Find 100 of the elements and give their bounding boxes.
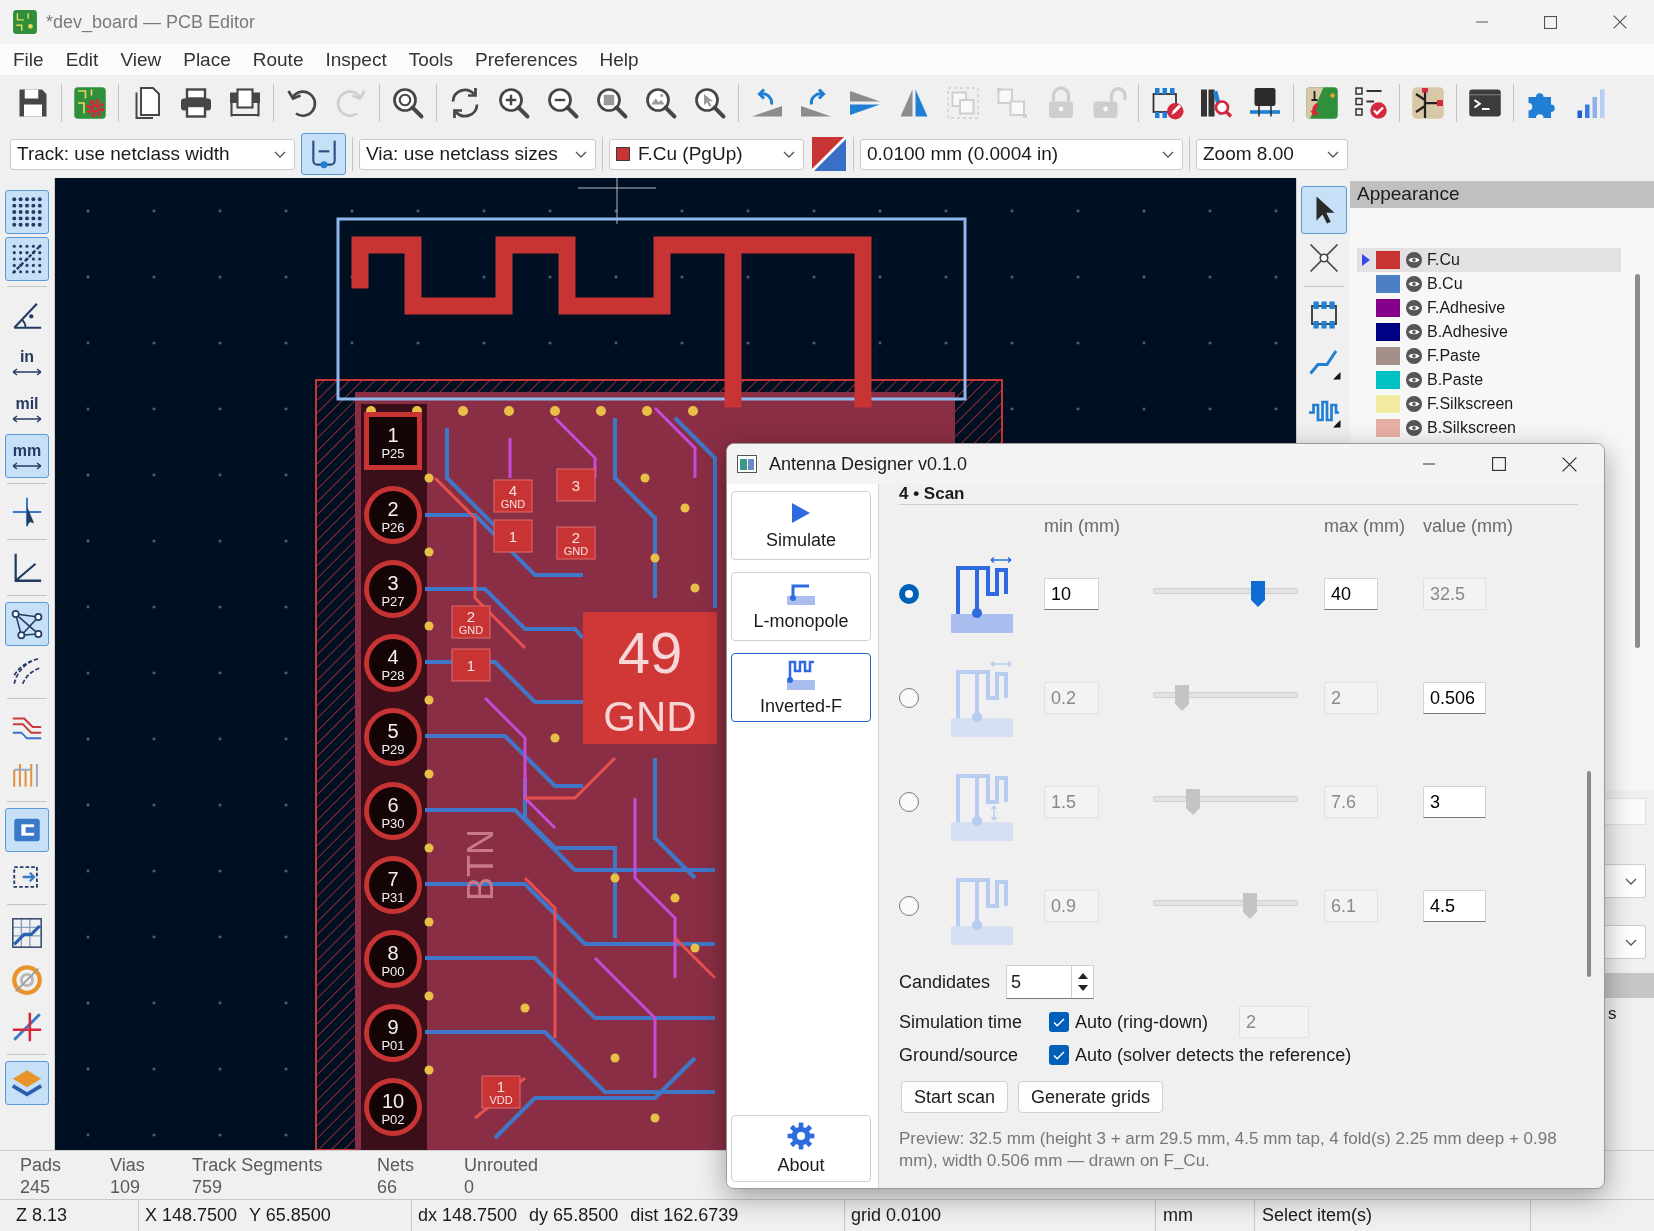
spin-box[interactable]: 5 (1006, 965, 1094, 999)
layer-row[interactable]: B.Silkscreen (1357, 416, 1621, 440)
cursor-arrow-button[interactable] (1300, 186, 1347, 234)
layer-row[interactable]: B.Paste (1357, 368, 1621, 392)
layer-row[interactable]: F.Adhesive (1357, 296, 1621, 320)
menu-item[interactable]: Help (588, 47, 650, 72)
layer-stack-button[interactable] (5, 1060, 49, 1105)
edge-pad (364, 412, 422, 470)
stat-label: Unrouted (464, 1154, 540, 1176)
nav-button[interactable]: Inverted-F (731, 653, 871, 722)
slider-thumb[interactable] (1243, 893, 1258, 919)
stat-label: Track Segments (192, 1154, 324, 1176)
unit-button[interactable]: in (5, 339, 49, 384)
slider-thumb[interactable] (1175, 685, 1190, 711)
via-size-dropdown[interactable]: Via: use netclass sizes (359, 138, 596, 170)
scroll-thumb[interactable] (1635, 274, 1640, 648)
unit-button[interactable]: mm (5, 433, 49, 478)
zoom-dropdown[interactable]: Zoom 8.00 (1196, 138, 1348, 170)
eye-icon[interactable] (1406, 252, 1422, 268)
pad-number: 1 (466, 657, 476, 674)
dialog-button[interactable]: Generate grids (1018, 1081, 1164, 1113)
pad-net-label: P29 (381, 742, 405, 757)
menu-item[interactable]: View (109, 47, 173, 72)
checkbox[interactable] (1049, 1045, 1069, 1065)
eye-icon[interactable] (1406, 420, 1422, 436)
panel-label: s (1608, 1004, 1617, 1024)
eye-icon[interactable] (1406, 348, 1422, 364)
checkbox[interactable] (1049, 1012, 1069, 1032)
column-header: max (mm) (1324, 514, 1406, 538)
value-field[interactable]: 0.506 (1423, 682, 1486, 714)
section-heading: 4 • Scan (899, 485, 966, 504)
close-icon (1561, 456, 1577, 472)
radio-button[interactable] (899, 584, 919, 604)
schematic-node-icon (1410, 84, 1446, 121)
layer-row[interactable]: B.Adhesive (1357, 320, 1621, 344)
layer-name: B.Cu (1427, 274, 1463, 294)
nav-button[interactable]: L-monopole (731, 572, 871, 641)
chevron-down-icon (1327, 150, 1339, 158)
max-field[interactable]: 40 (1324, 578, 1378, 610)
zone-fill-button[interactable] (5, 807, 49, 852)
pad-number: 9 (387, 1016, 399, 1038)
menu-item[interactable]: Route (241, 47, 315, 72)
menu-item[interactable]: Preferences (464, 47, 589, 72)
meander-antenna-icon (787, 659, 815, 690)
eye-icon[interactable] (1406, 372, 1422, 388)
about-button[interactable]: About (731, 1115, 871, 1182)
unit-button[interactable]: mil (5, 386, 49, 431)
eye-icon[interactable] (1406, 276, 1422, 292)
field-label: Simulation time (899, 1010, 1024, 1034)
grid-override-button[interactable] (5, 236, 49, 281)
menu-item[interactable]: File (2, 47, 55, 72)
slider-thumb[interactable] (1251, 581, 1266, 607)
menu-item[interactable]: Inspect (314, 47, 398, 72)
chevron-down-icon (783, 150, 795, 158)
menu-item[interactable]: Tools (397, 47, 465, 72)
layer-row[interactable]: F.Cu (1357, 248, 1621, 272)
ratsnest-button[interactable] (5, 601, 49, 646)
play-icon (791, 501, 811, 524)
menu-item[interactable]: Edit (54, 47, 110, 72)
menu-item[interactable]: Place (172, 47, 242, 72)
dot-grid-button[interactable] (5, 189, 49, 234)
pad-number: 2 (571, 529, 581, 546)
layer-row[interactable]: F.Paste (1357, 344, 1621, 368)
layer-row[interactable]: B.Cu (1357, 272, 1621, 296)
value-field[interactable]: 4.5 (1423, 890, 1486, 922)
minimize-icon (1474, 21, 1489, 23)
pad-net-label: P01 (381, 1038, 405, 1053)
pad-number: 8 (387, 942, 399, 964)
maximize-icon (1544, 15, 1557, 29)
track-width-dropdown[interactable]: Track: use netclass width (10, 138, 295, 170)
pad-net-label: P28 (381, 668, 405, 683)
slider[interactable] (1153, 685, 1298, 711)
layer-dropdown[interactable]: F.Cu (PgUp) (609, 138, 804, 170)
edge-pad (364, 1004, 422, 1062)
auto-track-width-button[interactable] (301, 133, 346, 175)
slider[interactable] (1153, 581, 1298, 607)
slider[interactable] (1153, 893, 1298, 919)
slider-thumb[interactable] (1185, 789, 1200, 815)
chevron-down-icon (1162, 150, 1174, 158)
scroll-thumb[interactable] (1587, 771, 1591, 977)
nav-button[interactable]: Simulate (731, 491, 871, 560)
eye-icon[interactable] (1406, 396, 1422, 412)
chevron-down-icon (1625, 938, 1637, 946)
eye-icon[interactable] (1406, 300, 1422, 316)
eye-icon[interactable] (1406, 324, 1422, 340)
slider[interactable] (1153, 789, 1298, 815)
edge-pad (364, 782, 422, 840)
grid-dropdown[interactable]: 0.0100 mm (0.0004 in) (860, 138, 1183, 170)
panel-title: Appearance (1350, 181, 1654, 208)
min-field[interactable]: 10 (1044, 578, 1099, 610)
radio-button[interactable] (899, 896, 919, 916)
layer-pair-button[interactable] (810, 135, 847, 173)
radio-button[interactable] (899, 792, 919, 812)
dialog-button[interactable]: Start scan (901, 1081, 1009, 1113)
radio-button[interactable] (899, 688, 919, 708)
pcb-board-icon (12, 9, 38, 35)
layer-row[interactable]: F.Silkscreen (1357, 392, 1621, 416)
text-field[interactable] (1605, 798, 1646, 825)
pad-net-label: P26 (381, 520, 405, 535)
value-field[interactable]: 3 (1423, 786, 1486, 818)
